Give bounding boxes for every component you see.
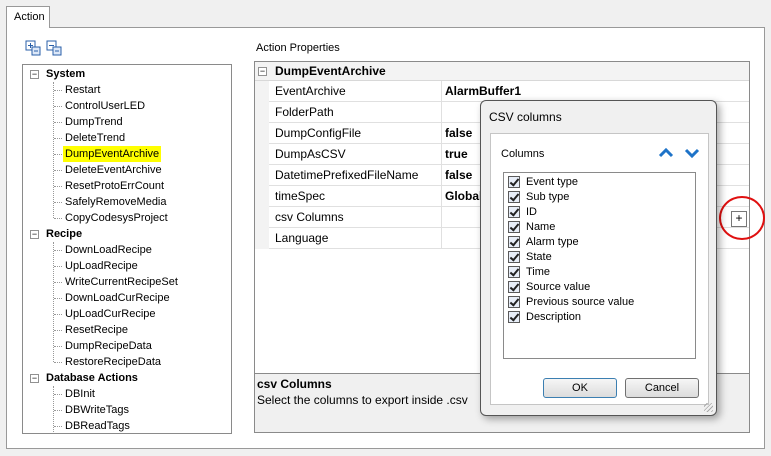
column-checkbox-time[interactable]: Time	[508, 266, 550, 281]
tree-item[interactable]: SafelyRemoveMedia	[65, 194, 167, 210]
tree-item[interactable]: CopyCodesysProject	[65, 210, 168, 226]
columns-label: Columns	[501, 148, 545, 160]
tree-item[interactable]: DownLoadCurRecipe	[65, 290, 170, 306]
tree-item[interactable]: UpLoadCurRecipe	[65, 306, 156, 322]
checkbox-checked-icon[interactable]	[508, 266, 520, 278]
action-properties-label: Action Properties	[256, 42, 340, 54]
tree-item[interactable]: ControlUserLED	[65, 98, 145, 114]
dialog-body: Columns Event type Sub type ID Name Alar…	[490, 133, 709, 405]
tree-item[interactable]: DBWriteTags	[65, 402, 129, 418]
description-title: csv Columns	[257, 377, 332, 391]
tree-item[interactable]: DBInit	[65, 386, 95, 402]
column-label: Event type	[526, 176, 578, 188]
column-label: Alarm type	[526, 236, 579, 248]
property-name: DumpConfigFile	[275, 126, 362, 140]
property-value[interactable]: false	[445, 126, 472, 140]
column-label: ID	[526, 206, 537, 218]
collapse-toggle-icon[interactable]: −	[30, 374, 39, 383]
tree-item[interactable]: RestoreRecipeData	[65, 354, 161, 370]
column-checkbox-source-value[interactable]: Source value	[508, 281, 590, 296]
dialog-title: CSV columns	[489, 110, 562, 124]
property-value[interactable]: false	[445, 168, 472, 182]
column-checkbox-previous-source-value[interactable]: Previous source value	[508, 296, 634, 311]
tree-item[interactable]: Restart	[65, 82, 100, 98]
checkbox-checked-icon[interactable]	[508, 296, 520, 308]
move-up-icon[interactable]	[658, 146, 674, 160]
checkbox-checked-icon[interactable]	[508, 311, 520, 323]
property-category[interactable]: − DumpEventArchive	[255, 62, 749, 81]
column-label: Previous source value	[526, 296, 635, 308]
collapse-toggle-icon[interactable]: −	[258, 67, 267, 76]
cancel-button[interactable]: Cancel	[625, 378, 699, 398]
property-name: FolderPath	[275, 105, 334, 119]
column-checkbox-id[interactable]: ID	[508, 206, 537, 221]
tree-item[interactable]: DeleteEventArchive	[65, 162, 162, 178]
checkbox-checked-icon[interactable]	[508, 251, 520, 263]
column-label: State	[526, 251, 552, 263]
column-checkbox-description[interactable]: Description	[508, 311, 581, 326]
property-value[interactable]: AlarmBuffer1	[445, 84, 521, 98]
property-name: csv Columns	[275, 210, 344, 224]
action-tree[interactable]: − System Restart ControlUserLED DumpTren…	[22, 64, 232, 434]
collapse-toggle-icon[interactable]: −	[30, 230, 39, 239]
csv-columns-dialog: CSV columns Columns Event type Sub type …	[480, 100, 717, 416]
checkbox-checked-icon[interactable]	[508, 221, 520, 233]
tree-item[interactable]: ResetRecipe	[65, 322, 128, 338]
tree-item[interactable]: DumpTrend	[65, 114, 123, 130]
resize-grip-icon[interactable]	[704, 403, 713, 412]
property-name: Language	[275, 231, 329, 245]
expand-all-icon[interactable]	[25, 40, 41, 56]
column-label: Time	[526, 266, 551, 278]
tab-action[interactable]: Action	[6, 6, 50, 28]
tree-group-system[interactable]: System	[46, 66, 85, 82]
column-label: Sub type	[526, 191, 570, 203]
checkbox-checked-icon[interactable]	[508, 236, 520, 248]
checkbox-checked-icon[interactable]	[508, 206, 520, 218]
move-down-icon[interactable]	[684, 146, 700, 160]
column-checkbox-sub-type[interactable]: Sub type	[508, 191, 569, 206]
column-checkbox-alarm-type[interactable]: Alarm type	[508, 236, 579, 251]
checkbox-checked-icon[interactable]	[508, 191, 520, 203]
tree-item-selected[interactable]: DumpEventArchive	[63, 146, 162, 162]
property-value[interactable]: true	[445, 147, 468, 161]
column-label: Source value	[526, 281, 591, 293]
tree-group-database-actions[interactable]: Database Actions	[46, 370, 138, 386]
collapse-all-icon[interactable]	[46, 40, 62, 56]
property-name: DatetimePrefixedFileName	[275, 168, 419, 182]
description-text: Select the columns to export inside .csv	[257, 393, 468, 407]
checkbox-checked-icon[interactable]	[508, 176, 520, 188]
collapse-toggle-icon[interactable]: −	[30, 70, 39, 79]
ok-button[interactable]: OK	[543, 378, 617, 398]
tree-item[interactable]: DumpRecipeData	[65, 338, 152, 354]
column-label: Name	[526, 221, 556, 233]
columns-list[interactable]: Event type Sub type ID Name Alarm type S…	[503, 172, 696, 359]
tree-item[interactable]: ResetProtoErrCount	[65, 178, 164, 194]
column-checkbox-event-type[interactable]: Event type	[508, 176, 578, 191]
column-checkbox-state[interactable]: State	[508, 251, 552, 266]
tree-item[interactable]: UpLoadRecipe	[65, 258, 138, 274]
column-checkbox-name[interactable]: Name	[508, 221, 555, 236]
tree-group-recipe[interactable]: Recipe	[46, 226, 82, 242]
property-name: timeSpec	[275, 189, 326, 203]
property-name: EventArchive	[275, 84, 346, 98]
property-name: DumpAsCSV	[275, 147, 346, 161]
property-row[interactable]: EventArchive AlarmBuffer1	[255, 81, 749, 102]
property-value[interactable]: Global	[445, 189, 482, 203]
highlight-circle	[719, 196, 765, 240]
checkbox-checked-icon[interactable]	[508, 281, 520, 293]
tree-item[interactable]: WriteCurrentRecipeSet	[65, 274, 178, 290]
column-label: Description	[526, 311, 582, 323]
tree-item[interactable]: DeleteTrend	[65, 130, 125, 146]
property-category-label: DumpEventArchive	[275, 64, 386, 78]
tree-item[interactable]: DownLoadRecipe	[65, 242, 152, 258]
tree-item[interactable]: DBReadTags	[65, 418, 130, 433]
